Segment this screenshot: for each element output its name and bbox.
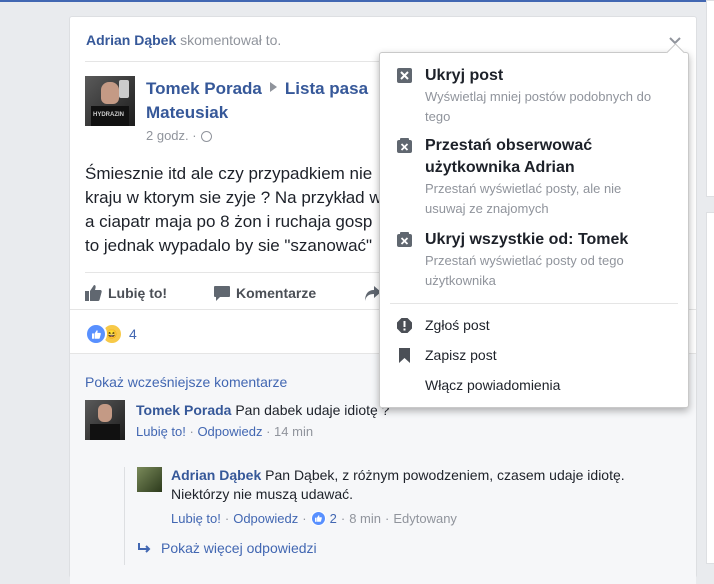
reactions-summary[interactable]: 😆 4 (85, 323, 137, 345)
reply-text-line: Niektórzy nie muszą udawać. (171, 486, 354, 502)
comment-like-link[interactable]: Lubię to! (136, 424, 186, 439)
reply-arrow-icon (138, 542, 151, 553)
menu-item-notifications[interactable]: Włącz powiadomienia (397, 377, 677, 397)
menu-item-save[interactable]: Zapisz post (397, 347, 677, 367)
comment-text: Pan dabek udaje idiotę ? (235, 402, 390, 418)
reply-time[interactable]: 8 min (349, 511, 381, 526)
post-target-link-cont[interactable]: Mateusiak (146, 103, 228, 123)
hide-all-icon (397, 232, 412, 247)
reply-text-line: Pan Dąbek, z różnym powodzeniem, czasem … (265, 467, 625, 483)
globe-icon (200, 131, 212, 142)
reply-body: Adrian Dąbek Pan Dąbek, z różnym powodze… (171, 466, 661, 504)
menu-item-hide-all[interactable]: Ukryj wszystkie od: Tomek Przestań wyświ… (397, 229, 677, 291)
author-avatar[interactable]: HYDRAZIN (85, 76, 135, 126)
reply-author-link[interactable]: Adrian Dąbek (171, 467, 261, 483)
bookmark-icon (399, 348, 410, 363)
post-options-menu: Ukryj post Wyświetlaj mniej postów podob… (379, 43, 689, 408)
comment-author-link[interactable]: Tomek Porada (136, 402, 231, 418)
triangle-right-icon (269, 82, 277, 92)
reply-like-link[interactable]: Lubię to! (171, 511, 221, 526)
comment-icon (214, 285, 230, 301)
comment-time[interactable]: 14 min (274, 424, 313, 439)
reply-reaction-count[interactable]: 2 (330, 511, 337, 526)
post-text-line: kraju w ktorym sie zyje ? Na przykład w (85, 188, 382, 207)
story-header: Adrian Dąbek skomentował to. (86, 32, 281, 48)
reply-edited[interactable]: Edytowany (393, 511, 457, 526)
show-more-replies-link[interactable]: Pokaż więcej odpowiedzi (138, 540, 317, 556)
reply-thread-line (124, 467, 125, 565)
comment-body: Tomek Porada Pan dabek udaje idiotę ? (136, 401, 389, 420)
reply-author-avatar[interactable] (137, 467, 162, 492)
menu-item-hide-post[interactable]: Ukryj post Wyświetlaj mniej postów podob… (397, 65, 677, 125)
adjacent-card (706, 212, 714, 564)
commenter-avatar[interactable] (85, 400, 125, 440)
post-text-line: to jednak wypadalo by sie "szanować" (85, 236, 373, 255)
thumbs-up-icon (85, 285, 102, 301)
like-button[interactable]: Lubię to! (85, 283, 167, 303)
menu-divider (390, 303, 678, 304)
hide-x-icon (397, 68, 412, 83)
post-author-link[interactable]: Tomek Porada (146, 79, 262, 98)
menu-item-unfollow[interactable]: Przestań obserwować użytkownika Adrian P… (397, 135, 677, 219)
reply-meta: Lubię to! · Odpowiedz · 2 · 8 min · Edyt… (171, 511, 457, 526)
like-reaction-icon (310, 511, 326, 526)
post-text-line: a ciapatr maja po 8 żon i ruchaja gosp (85, 212, 373, 231)
unfollow-icon (397, 138, 412, 153)
like-reaction-icon (85, 323, 107, 345)
comment-reply-link[interactable]: Odpowiedz (197, 424, 262, 439)
comment-meta: Lubię to! · Odpowiedz · 14 min (136, 424, 314, 439)
report-icon (397, 318, 412, 333)
reaction-count: 4 (129, 326, 137, 342)
post-target-link[interactable]: Lista pasa (285, 79, 368, 98)
story-actor-link[interactable]: Adrian Dąbek (86, 32, 176, 48)
top-bar-edge (0, 0, 714, 2)
comment-button[interactable]: Komentarze (214, 283, 316, 303)
reply-reply-link[interactable]: Odpowiedz (233, 511, 298, 526)
post-author-line: Tomek Porada Lista pasa (146, 79, 368, 99)
post-text: Śmiesznie itd ale czy przypadkiem nie kr… (85, 162, 405, 258)
story-action: skomentował to. (180, 32, 282, 48)
post-text-line: Śmiesznie itd ale czy przypadkiem nie (85, 164, 373, 183)
adjacent-card (706, 0, 714, 197)
menu-item-report[interactable]: Zgłoś post (397, 317, 677, 337)
post-timestamp[interactable]: 2 godz. · (146, 128, 212, 143)
show-previous-comments-link[interactable]: Pokaż wcześniejsze komentarze (85, 374, 287, 390)
